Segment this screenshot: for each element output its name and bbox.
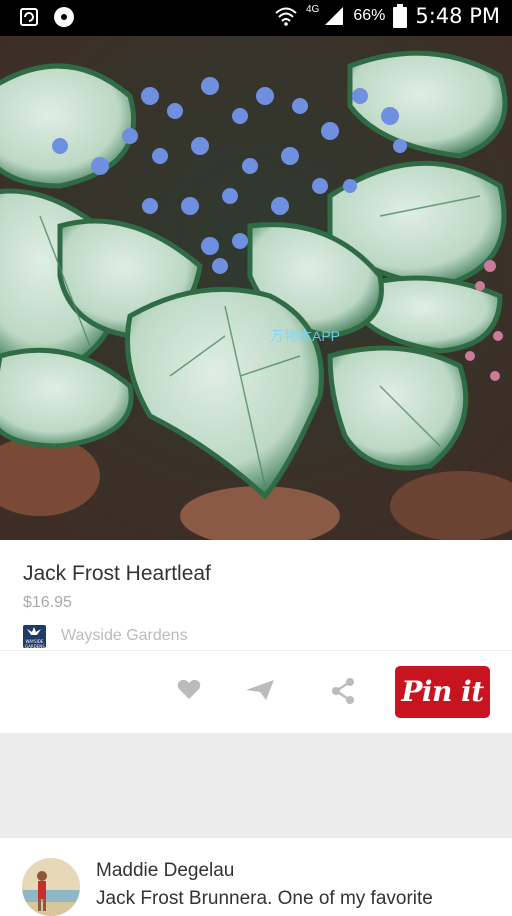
avatar[interactable] (22, 858, 80, 916)
battery-percent: 66% (353, 7, 386, 24)
pin-price: $16.95 (23, 594, 72, 611)
watermark-text: 万物本APP (270, 328, 341, 344)
source-logo[interactable]: WAYSIDE GARDENS (23, 625, 46, 649)
pin-it-button[interactable]: Pin it (395, 666, 490, 718)
section-separator (0, 733, 512, 838)
clock: 5:48 PM (415, 4, 500, 28)
pin-info: Jack Frost Heartleaf $16.95 WAYSIDE GARD… (0, 540, 512, 650)
status-bar: 4G 66% 5:48 PM (0, 0, 512, 36)
avatar-image (22, 858, 80, 916)
status-right: 4G 66% 5:48 PM (274, 4, 500, 28)
action-bar: Pin it (0, 651, 512, 733)
source-logo-icon (27, 627, 41, 635)
signal-icon (325, 7, 344, 25)
wifi-icon (275, 7, 297, 26)
pin-title: Jack Frost Heartleaf (23, 562, 211, 585)
plant-photo (0, 36, 512, 540)
comment-item: Maddie Degelau Jack Frost Brunnera. One … (0, 838, 512, 916)
voicemail-icon (54, 7, 74, 27)
pin-image[interactable]: 万物本APP (0, 36, 512, 540)
source-logo-text: WAYSIDE GARDENS (25, 639, 45, 649)
status-left-icons (18, 6, 76, 28)
screenshot-icon (20, 8, 38, 26)
comment-author[interactable]: Maddie Degelau (96, 860, 234, 882)
comment-text: Jack Frost Brunnera. One of my favorite (96, 888, 433, 909)
share-icon[interactable] (331, 678, 355, 704)
send-icon[interactable] (246, 678, 274, 700)
network-type: 4G (306, 3, 320, 15)
source-name-link[interactable]: Wayside Gardens (61, 627, 188, 645)
battery-icon (393, 4, 408, 28)
heart-icon[interactable] (177, 678, 201, 700)
